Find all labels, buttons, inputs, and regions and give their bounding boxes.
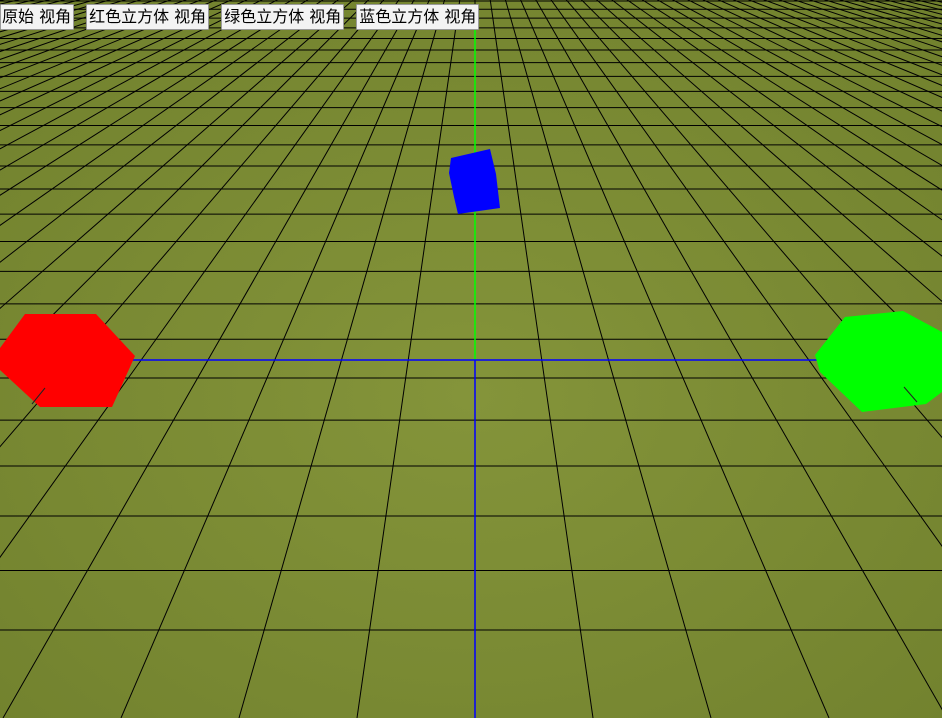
original-view-button[interactable]: 原始 视角 xyxy=(0,4,75,30)
green-cube-view-button[interactable]: 绿色立方体 视角 xyxy=(221,4,345,30)
3d-scene-viewport[interactable] xyxy=(0,0,942,718)
red-cube-view-button[interactable]: 红色立方体 视角 xyxy=(86,4,210,30)
blue-cube-view-button[interactable]: 蓝色立方体 视角 xyxy=(356,4,480,30)
view-toolbar: 原始 视角 红色立方体 视角 绿色立方体 视角 蓝色立方体 视角 xyxy=(0,4,480,30)
